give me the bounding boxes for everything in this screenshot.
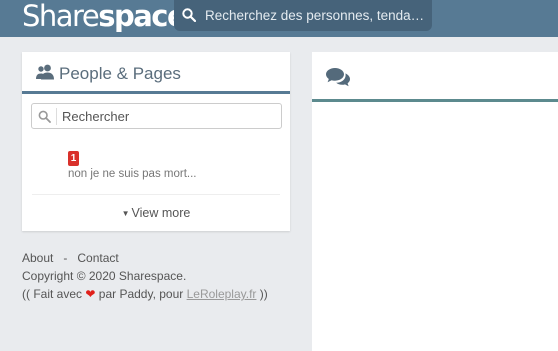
contact-link[interactable]: Contact (77, 251, 118, 265)
caret-down-icon: ▼ (121, 209, 130, 218)
people-search-placeholder: Rechercher (62, 109, 130, 124)
footer: About - Contact Copyright © 2020 Sharesp… (22, 249, 268, 303)
chat-panel (312, 52, 558, 351)
people-search-input[interactable]: Rechercher (31, 103, 282, 129)
global-search-placeholder: Recherchez des personnes, tendances... (205, 8, 427, 23)
search-icon (38, 110, 51, 123)
footer-separator: - (63, 251, 68, 265)
people-pages-panel: People & Pages Rechercher 1 non je ne su… (22, 52, 290, 231)
made-with-middle: par Paddy, pour (98, 287, 184, 301)
logo-part-space: space (98, 0, 186, 33)
notification-badge: 1 (68, 151, 79, 166)
comments-icon[interactable] (326, 67, 350, 87)
people-pages-header: People & Pages (22, 52, 290, 94)
list-item[interactable]: non je ne suis pas mort... (68, 168, 196, 180)
view-more-label: View more (131, 206, 191, 220)
view-more-button[interactable]: ▼ View more (22, 206, 290, 220)
global-search-input[interactable]: Recherchez des personnes, tendances... (174, 0, 432, 31)
people-icon (36, 64, 54, 80)
search-icon (182, 8, 196, 22)
made-with-prefix: (( Fait avec (22, 287, 83, 301)
logo-part-share: Share (22, 0, 100, 33)
top-navbar: Sharespace Recherchez des personnes, ten… (0, 0, 558, 37)
about-link[interactable]: About (22, 251, 53, 265)
search-divider (56, 108, 57, 125)
copyright-text: Copyright © 2020 Sharespace. (22, 269, 187, 283)
divider (32, 194, 280, 195)
heart-icon: ❤ (85, 287, 96, 301)
chat-panel-header (312, 52, 558, 102)
made-with-suffix: )) (259, 287, 268, 301)
panel-title: People & Pages (59, 64, 181, 83)
sharespace-logo[interactable]: Sharespace (22, 0, 187, 34)
leroleplay-link[interactable]: LeRoleplay.fr (187, 287, 257, 301)
